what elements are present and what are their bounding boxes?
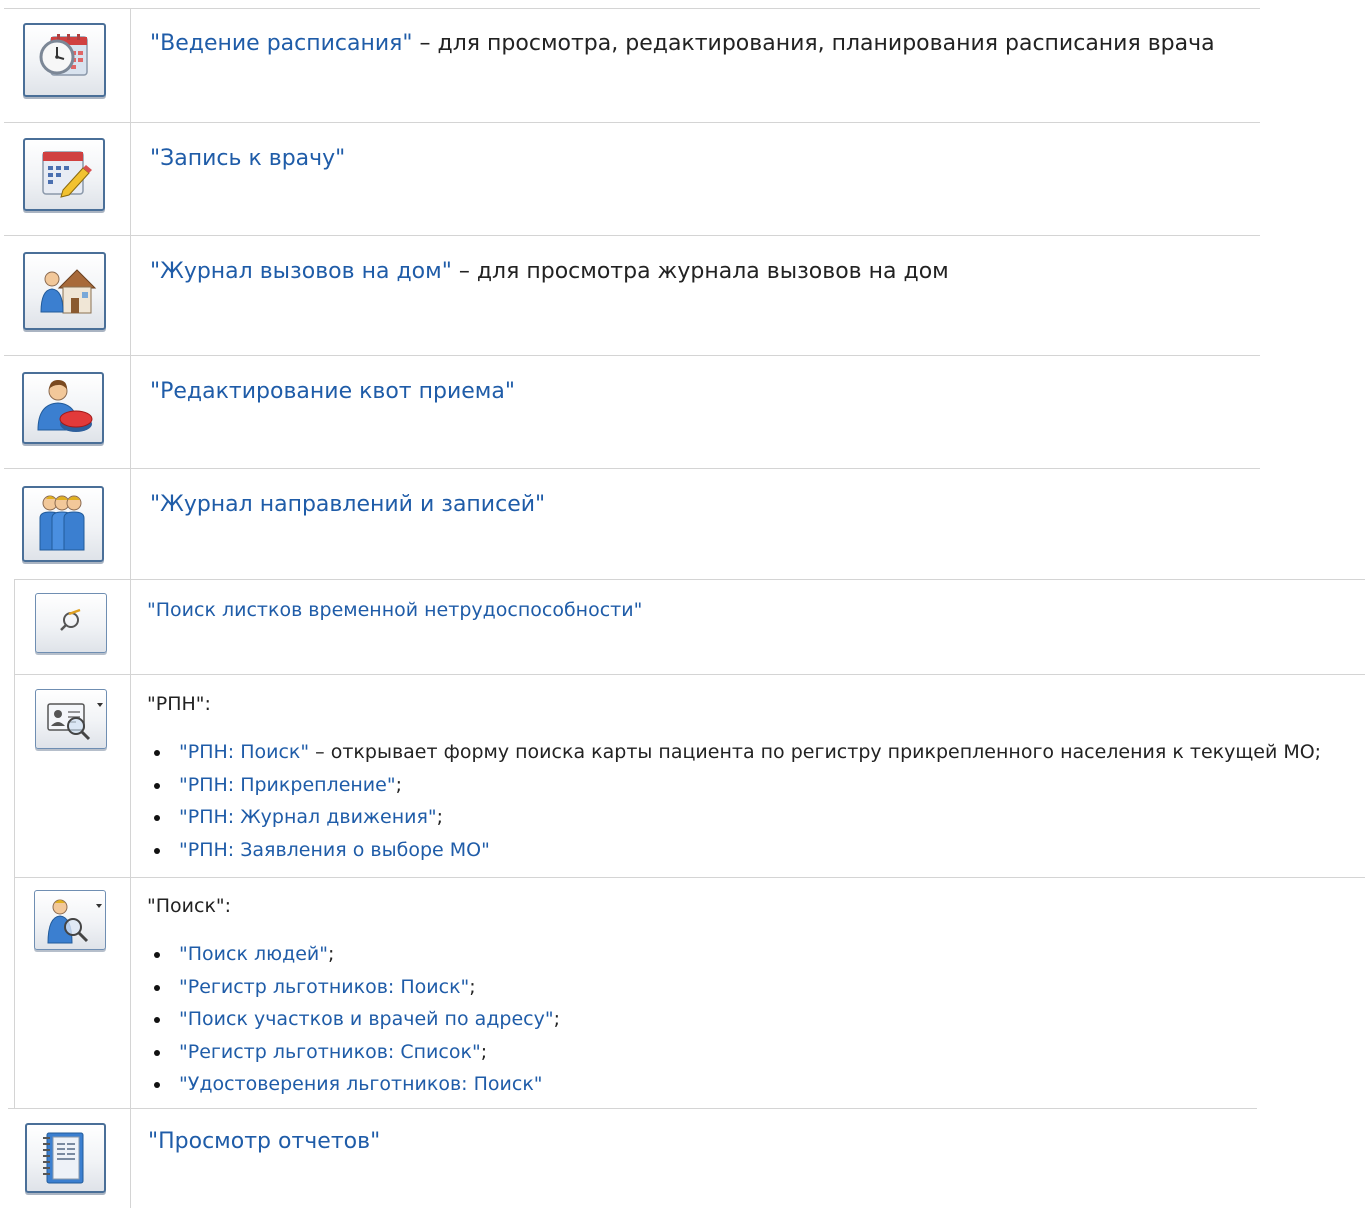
house-calls-button[interactable] [23,252,106,330]
user-quota-icon [37,380,93,432]
beneficiary-register-search-link[interactable]: "Регистр льготников: Поиск" [179,976,469,998]
report-book-icon [43,1132,84,1184]
list-item: "РПН: Прикрепление"; [147,769,1321,802]
person-search-icon [47,899,89,944]
calendar-pencil-icon [42,151,92,198]
rpn-button[interactable] [35,689,107,749]
house-calls-link[interactable]: "Журнал вызовов на дом" [150,259,452,284]
divider [4,235,1260,236]
menu-item-doctor-appointment: "Запись к врачу" [150,145,345,173]
doctor-appointment-link[interactable]: "Запись к врачу" [150,146,345,171]
divider [4,122,1260,123]
menu-item-sick-leave-search: "Поиск листков временной нетрудоспособно… [147,598,642,622]
divider [4,8,1260,9]
schedule-description: – для просмотра, редактирования, планиро… [412,31,1215,56]
column-divider [14,579,15,1109]
menu-item-schedule: "Ведение расписания" – для просмотра, ре… [150,30,1215,58]
district-doctor-search-link[interactable]: "Поиск участков и врачей по адресу" [179,1008,554,1030]
menu-item-house-calls: "Журнал вызовов на дом" – для просмотра … [150,258,949,286]
menu-item-reports: "Просмотр отчетов" [148,1128,380,1156]
referrals-journal-link[interactable]: "Журнал направлений и записей" [150,492,545,517]
rpn-heading: "РПН": [147,693,211,715]
divider [14,877,1365,878]
list-item: "Поиск людей"; [147,938,560,971]
sick-leave-search-icon [60,608,81,631]
reports-button[interactable] [25,1123,106,1193]
search-button[interactable] [34,890,106,950]
list-item: "Регистр льготников: Список"; [147,1036,560,1069]
divider [14,674,1365,675]
list-item: "Поиск участков и врачей по адресу"; [147,1003,560,1036]
rpn-submenu: "РПН: Поиск" – открывает форму поиска ка… [147,736,1321,866]
rpn-search-link[interactable]: "РПН: Поиск" [179,741,309,763]
quota-edit-button[interactable] [22,372,104,444]
people-group-icon [39,495,85,551]
doctor-appointment-button[interactable] [23,138,105,211]
divider [4,355,1260,356]
divider [4,468,1260,469]
dropdown-arrow-icon [97,703,103,707]
divider [14,579,1365,580]
rpn-movement-journal-link[interactable]: "РПН: Журнал движения" [179,806,437,828]
list-item: "Регистр льготников: Поиск"; [147,971,560,1004]
beneficiary-register-list-link[interactable]: "Регистр льготников: Список" [179,1041,481,1063]
sick-leave-search-link[interactable]: "Поиск листков временной нетрудоспособно… [147,599,642,621]
list-item: "РПН: Поиск" – открывает форму поиска ка… [147,736,1321,769]
people-search-link[interactable]: "Поиск людей" [179,943,328,965]
schedule-button[interactable] [23,23,106,97]
list-item: "РПН: Заявления о выборе МО" [147,834,1321,867]
search-submenu: "Поиск людей"; "Регистр льготников: Поис… [147,938,560,1101]
list-item: "РПН: Журнал движения"; [147,801,1321,834]
quota-edit-link[interactable]: "Редактирование квот приема" [150,379,515,404]
house-call-icon [40,269,97,314]
menu-item-quota-edit: "Редактирование квот приема" [150,378,515,406]
sick-leave-search-button[interactable] [35,593,107,653]
menu-item-referrals-journal: "Журнал направлений и записей" [150,491,545,519]
column-divider [130,8,131,1208]
rpn-attachment-link[interactable]: "РПН: Прикрепление" [179,774,396,796]
dropdown-arrow-icon [96,904,102,908]
divider [8,1108,1257,1109]
id-card-search-icon [47,703,91,741]
house-calls-description: – для просмотра журнала вызовов на дом [451,259,949,284]
list-item: "Удостоверения льготников: Поиск" [147,1068,560,1101]
schedule-link[interactable]: "Ведение расписания" [150,31,413,56]
schedule-clock-calendar-icon [39,34,88,76]
referrals-journal-button[interactable] [22,486,104,562]
search-heading: "Поиск": [147,895,232,917]
rpn-mo-choice-link[interactable]: "РПН: Заявления о выборе МО" [179,839,490,861]
beneficiary-certificates-search-link[interactable]: "Удостоверения льготников: Поиск" [179,1073,543,1095]
reports-link[interactable]: "Просмотр отчетов" [148,1129,380,1154]
